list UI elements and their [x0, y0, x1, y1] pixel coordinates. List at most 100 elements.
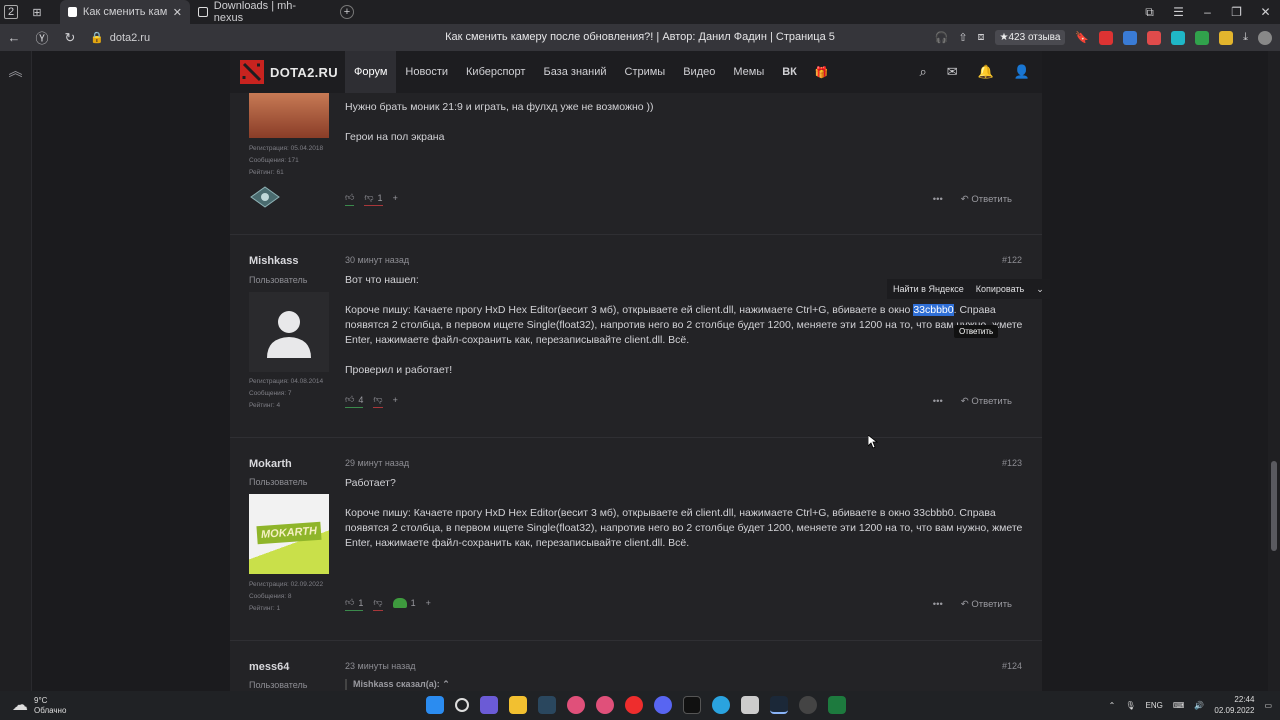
nav-memes[interactable]: Мемы	[724, 51, 773, 93]
dislike-button[interactable]: 👎︎	[373, 394, 383, 408]
dislike-button[interactable]: 👎︎	[373, 597, 383, 611]
scrollbar[interactable]	[1268, 51, 1280, 691]
back-icon[interactable]: ←	[0, 24, 28, 51]
username[interactable]: mess64	[249, 661, 289, 673]
post-number[interactable]: #123	[1002, 458, 1022, 468]
add-reaction-button[interactable]: +	[393, 193, 398, 205]
bell-icon[interactable]: 🔔	[978, 64, 994, 80]
extension-icon[interactable]	[1123, 30, 1138, 45]
nav-forum[interactable]: Форум	[345, 51, 397, 93]
reload-icon[interactable]: ↻	[56, 24, 84, 51]
app-icon[interactable]	[567, 696, 585, 714]
more-icon[interactable]: •••	[933, 396, 943, 407]
explorer-icon[interactable]	[509, 696, 527, 714]
tab-dota2[interactable]: Как сменить камеру по ✕	[60, 0, 190, 24]
post-number[interactable]: #122	[1002, 255, 1022, 265]
like-button[interactable]: 👍︎ 1	[345, 597, 364, 611]
extension-icon[interactable]	[1099, 30, 1114, 45]
excel-icon[interactable]	[828, 696, 846, 714]
download-icon[interactable]: ⤓	[1243, 31, 1248, 44]
url-field[interactable]: 🔒 dota2.ru	[90, 31, 150, 45]
post-time[interactable]: 29 минут назад	[345, 458, 409, 468]
close-window-icon[interactable]: ✕	[1251, 0, 1280, 24]
username[interactable]: Mishkass	[249, 255, 299, 267]
site-logo[interactable]: DOTA2.RU	[230, 60, 345, 84]
weather-widget[interactable]: ☁ 9°C Облачно	[0, 696, 66, 716]
extension-icon[interactable]	[1171, 30, 1186, 45]
tab-downloads[interactable]: Downloads | mh-nexus	[190, 0, 330, 24]
steam-icon[interactable]	[770, 696, 788, 714]
mail-icon[interactable]: ✉	[947, 64, 958, 80]
headphones-icon[interactable]: 🎧	[935, 31, 949, 44]
share-icon[interactable]: ⇧	[958, 31, 967, 44]
steam-icon[interactable]	[538, 696, 556, 714]
profile-avatar-icon[interactable]	[1258, 30, 1272, 45]
more-icon[interactable]: •••	[933, 194, 943, 205]
nav-esports[interactable]: Киберспорт	[457, 51, 534, 93]
post-number[interactable]: #124	[1002, 661, 1022, 671]
volume-icon[interactable]: 🔊	[1194, 701, 1204, 710]
dislike-button[interactable]: 👎︎ 1	[364, 192, 383, 206]
chevron-up-icon[interactable]: ⌃	[1109, 701, 1116, 710]
new-tab-plus-icon[interactable]: +	[334, 0, 360, 24]
reviews-badge[interactable]: ★423 отзыва	[994, 30, 1066, 45]
language-indicator[interactable]: ENG	[1146, 701, 1163, 710]
translate-icon[interactable]: ⧈	[978, 31, 985, 44]
teams-icon[interactable]	[480, 696, 498, 714]
menu-icon[interactable]: ☰	[1164, 0, 1193, 24]
username[interactable]: Mokarth	[249, 458, 292, 470]
thumbs-down-icon: 👎︎	[373, 394, 383, 404]
reply-button[interactable]: ↶ Ответить	[961, 396, 1012, 407]
search-icon[interactable]: ⌕	[919, 64, 926, 80]
new-tab-group-icon[interactable]: ⊞	[22, 0, 52, 24]
extension-icon[interactable]	[1219, 30, 1234, 45]
extension-icon[interactable]	[1147, 30, 1162, 45]
reply-button[interactable]: ↶ Ответить	[961, 599, 1012, 610]
collections-icon[interactable]: ⧉	[1135, 0, 1164, 24]
like-button[interactable]: 👍︎	[345, 192, 355, 206]
more-icon[interactable]: •••	[933, 599, 943, 610]
bookmark-icon[interactable]: 🔖	[1075, 31, 1089, 44]
extension-icon[interactable]	[1195, 30, 1210, 45]
start-icon[interactable]	[426, 696, 444, 714]
clock[interactable]: 22:44 02.09.2022	[1214, 694, 1254, 716]
tab-count[interactable]: 2	[0, 0, 22, 24]
nav-knowledge[interactable]: База знаний	[534, 51, 615, 93]
quote-header[interactable]: Mishkass сказал(а): ⌃	[345, 679, 450, 690]
nav-news[interactable]: Новости	[396, 51, 457, 93]
nav-video[interactable]: Видео	[674, 51, 724, 93]
search-icon[interactable]	[455, 698, 469, 712]
add-reaction-button[interactable]: +	[426, 598, 431, 610]
add-reaction-button[interactable]: +	[393, 395, 398, 407]
post-text: Герои на пол экрана	[345, 131, 445, 143]
nav-streams[interactable]: Стримы	[616, 51, 675, 93]
maximize-icon[interactable]: ❐	[1222, 0, 1251, 24]
app-icon[interactable]	[799, 696, 817, 714]
app-icon[interactable]	[596, 696, 614, 714]
vk-icon[interactable]: ВК	[773, 51, 806, 93]
network-icon[interactable]: ⌨	[1173, 701, 1185, 710]
yandex-icon[interactable]: Ⓨ	[28, 24, 56, 51]
reply-button[interactable]: ↶ Ответить	[961, 194, 1012, 205]
post-time[interactable]: 23 минуты назад	[345, 661, 416, 671]
post-time[interactable]: 30 минут назад	[345, 255, 409, 265]
user-icon[interactable]: 👤	[1014, 64, 1030, 80]
close-icon[interactable]: ✕	[173, 6, 182, 19]
minimize-icon[interactable]: –	[1193, 0, 1222, 24]
copy-button[interactable]: Копировать	[970, 284, 1030, 294]
yandex-browser-icon[interactable]	[625, 696, 643, 714]
scrollbar-thumb[interactable]	[1271, 461, 1277, 551]
telegram-icon[interactable]	[712, 696, 730, 714]
like-button[interactable]: 👍︎ 4	[345, 394, 364, 408]
reaction-button[interactable]: 1	[392, 598, 416, 610]
app-icon[interactable]	[741, 696, 759, 714]
chevron-down-icon[interactable]: ⌄	[1030, 284, 1050, 295]
gift-icon[interactable]: 🎁	[806, 51, 838, 93]
microphone-icon[interactable]: 🎙	[1125, 701, 1135, 710]
tiktok-icon[interactable]	[683, 696, 701, 714]
notification-icon[interactable]: ▭	[1264, 701, 1272, 710]
search-yandex-button[interactable]: Найти в Яндексе	[887, 284, 970, 294]
user-role: Пользователь	[249, 680, 308, 690]
discord-icon[interactable]	[654, 696, 672, 714]
scroll-top-icon[interactable]: ︽	[0, 61, 31, 81]
